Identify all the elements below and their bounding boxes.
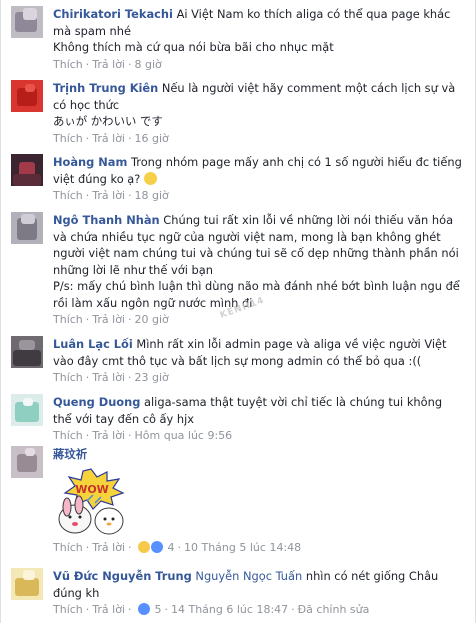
- reaction-count[interactable]: 5: [155, 603, 162, 616]
- timestamp[interactable]: Hôm qua lúc 9:56: [135, 429, 233, 442]
- timestamp[interactable]: 20 giờ: [135, 313, 169, 326]
- comment-actions: Thích · Trả lời · 18 giờ: [53, 189, 169, 202]
- avatar[interactable]: [11, 6, 43, 38]
- reaction-count[interactable]: 4: [168, 541, 175, 554]
- avatar[interactable]: [11, 394, 43, 426]
- avatar[interactable]: [11, 154, 43, 186]
- reply-link[interactable]: Trả lời: [92, 603, 125, 616]
- timestamp[interactable]: 10 Tháng 5 lúc 14:48: [184, 541, 301, 554]
- comment-text: あぃが かわいい です: [53, 114, 163, 128]
- sticker-text: WOW: [75, 483, 109, 496]
- avatar[interactable]: [11, 446, 43, 478]
- reply-link[interactable]: Trả lời: [92, 132, 125, 145]
- comment-actions: Thích · Trả lời · 5 · 14 Tháng 6 lúc 18:47 · Đã…: [53, 603, 370, 616]
- avatar[interactable]: [11, 212, 43, 244]
- like-link[interactable]: Thích: [53, 58, 83, 71]
- comment-text: Không thích mà cứ qua nói bừa bãi cho nh…: [53, 40, 334, 54]
- reply-link[interactable]: Trả lời: [92, 58, 125, 71]
- comments-panel: Chirikatori Tekachi Ai Việt Nam ko thích…: [0, 0, 476, 623]
- timestamp[interactable]: 23 giờ: [135, 371, 169, 384]
- commenter-name[interactable]: 蔣玟祈: [53, 446, 463, 463]
- wow-sticker[interactable]: WOW: [53, 467, 129, 537]
- like-reaction-icon[interactable]: [138, 603, 150, 615]
- reply-link[interactable]: Trả lời: [92, 541, 125, 554]
- commenter-name[interactable]: Trịnh Trung Kiên: [53, 81, 158, 95]
- wow-reaction-icon[interactable]: [138, 540, 150, 553]
- timestamp[interactable]: 14 Tháng 6 lúc 18:47: [171, 603, 288, 616]
- reply-link[interactable]: Trả lời: [92, 313, 125, 326]
- like-link[interactable]: Thích: [53, 429, 83, 442]
- edited-label[interactable]: Đã chỉnh sửa: [298, 603, 370, 616]
- avatar[interactable]: [11, 568, 43, 600]
- commenter-name[interactable]: Ngô Thanh Nhàn: [53, 213, 160, 227]
- comment-actions: Thích · Trả lời · 8 giờ: [53, 57, 162, 71]
- commenter-name[interactable]: Hoàng Nam: [53, 155, 127, 169]
- tagged-user[interactable]: Nguyễn Ngọc Tuấn: [195, 569, 302, 583]
- comment-actions: Thích · Trả lời · Hôm qua lúc 9:56: [53, 429, 233, 442]
- timestamp[interactable]: 16 giờ: [135, 132, 169, 145]
- like-link[interactable]: Thích: [53, 313, 83, 326]
- like-link[interactable]: Thích: [53, 541, 83, 554]
- comment-actions: Thích · Trả lời · 4 · 10 Tháng 5 lúc 14:48: [53, 540, 302, 554]
- commenter-name[interactable]: Queng Duong: [53, 395, 140, 409]
- smile-emoji-icon: [143, 171, 157, 185]
- reply-link[interactable]: Trả lời: [92, 371, 125, 384]
- timestamp[interactable]: 18 giờ: [135, 189, 169, 202]
- like-link[interactable]: Thích: [53, 132, 83, 145]
- timestamp[interactable]: 8 giờ: [135, 58, 162, 71]
- reply-link[interactable]: Trả lời: [92, 189, 125, 202]
- commenter-name[interactable]: Vũ Đức Nguyễn Trung: [53, 569, 192, 583]
- avatar[interactable]: [11, 336, 43, 368]
- like-reaction-icon[interactable]: [151, 540, 163, 553]
- like-link[interactable]: Thích: [53, 189, 83, 202]
- commenter-name[interactable]: Chirikatori Tekachi: [53, 7, 173, 21]
- commenter-name[interactable]: Luân Lạc Lối: [53, 337, 133, 351]
- avatar[interactable]: [11, 80, 43, 112]
- like-link[interactable]: Thích: [53, 371, 83, 384]
- sticker-image: WOW: [58, 467, 125, 534]
- comment-actions: Thích · Trả lời · 16 giờ: [53, 131, 169, 145]
- like-link[interactable]: Thích: [53, 603, 83, 616]
- comment-actions: Thích · Trả lời · 23 giờ: [53, 371, 169, 384]
- reply-link[interactable]: Trả lời: [92, 429, 125, 442]
